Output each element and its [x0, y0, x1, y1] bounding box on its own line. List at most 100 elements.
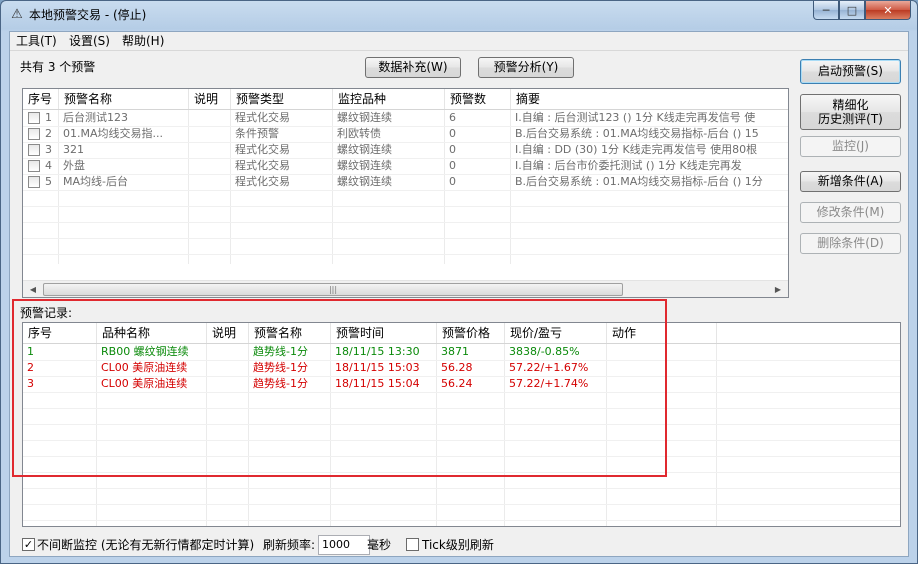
row-checkbox[interactable] — [28, 144, 40, 156]
row-divider — [23, 456, 900, 457]
menu-tools[interactable]: 工具(T) — [16, 34, 57, 49]
tick-refresh-checkbox[interactable] — [406, 538, 419, 551]
alerts-col-header[interactable]: 序号 — [23, 89, 59, 109]
edit-condition-button[interactable]: 修改条件(M) — [800, 202, 901, 223]
cell-action — [607, 376, 717, 392]
minimize-button[interactable]: ─ — [813, 1, 839, 20]
record-row[interactable]: 1 RB00 螺纹钢连续 趋势线-1分 18/11/15 13:30 3871 3838/… — [23, 344, 900, 360]
row-divider — [23, 440, 900, 441]
cell-summary: B.后台交易系统 : 01.MA均线交易指标-后台 () 15 — [515, 127, 759, 140]
alert-analysis-button[interactable]: 预警分析(Y) — [478, 57, 574, 78]
menu-help[interactable]: 帮助(H) — [122, 34, 164, 49]
alerts-col-header[interactable]: 监控品种 — [333, 89, 445, 109]
title-bar[interactable]: ⚠ 本地预警交易 - (停止) ─ □ ✕ — [1, 1, 917, 31]
row-divider — [23, 472, 900, 473]
cell-count: 0 — [449, 175, 456, 188]
scroll-right-icon[interactable]: ▶ — [770, 282, 786, 297]
refresh-rate-input[interactable]: 1000 — [318, 535, 370, 555]
table-row[interactable]: 2 01.MA均线交易指... 条件预警 利欧转债 0 B.后台交易系统 : 01.MA均… — [23, 126, 788, 142]
records-col-header[interactable]: 预警时间 — [331, 323, 437, 343]
records-col-header[interactable]: 动作 — [607, 323, 717, 343]
cell-no: 1 — [27, 345, 34, 358]
cell-time: 18/11/15 15:04 — [335, 377, 420, 390]
cell-no: 5 — [45, 175, 52, 188]
row-checkbox[interactable] — [28, 176, 40, 188]
records-col-header[interactable]: 品种名称 — [97, 323, 207, 343]
row-divider — [23, 408, 900, 409]
alert-records-list[interactable]: 序号 品种名称 说明 预警名称 预警时间 预警价格 现价/盈亏 动作 1 RB00 螺纹钢连续趋势… — [22, 322, 901, 527]
row-divider — [23, 424, 900, 425]
alerts-list[interactable]: ◀ ||| ▶ 序号 预警名称 说明 预警类型 监控品种 预警数 摘要 1 后台测试123 程式化… — [22, 88, 789, 298]
alerts-col-header[interactable]: 预警类型 — [231, 89, 333, 109]
cell-product: RB00 螺纹钢连续 — [101, 345, 189, 358]
refresh-label: 刷新频率: — [263, 538, 316, 552]
refresh-unit: 毫秒 — [367, 538, 392, 552]
cell-alert: 趋势线-1分 — [253, 361, 308, 374]
table-row[interactable]: 3 321 程式化交易 螺纹钢连续 0 I.自编 : DD (30) 1分 K线走完再发信… — [23, 142, 788, 158]
scrollbar-thumb[interactable]: ||| — [43, 283, 623, 296]
records-col-header[interactable]: 预警价格 — [437, 323, 505, 343]
data-fill-button[interactable]: 数据补充(W) — [365, 57, 461, 78]
cell-count: 6 — [449, 111, 456, 124]
refine-line1: 精细化 — [832, 98, 869, 112]
scroll-left-icon[interactable]: ◀ — [25, 282, 41, 297]
cell-pnl: 57.22/+1.74% — [509, 377, 589, 390]
cell-name: 外盘 — [63, 159, 85, 172]
continuous-monitor-checkbox[interactable]: ✓ — [22, 538, 35, 551]
row-divider — [23, 190, 788, 191]
row-divider — [23, 520, 900, 521]
horizontal-scrollbar[interactable]: ◀ ||| ▶ — [23, 280, 788, 297]
cell-desc — [207, 360, 249, 376]
row-checkbox[interactable] — [28, 160, 40, 172]
records-col-header[interactable]: 说明 — [207, 323, 249, 343]
maximize-button[interactable]: □ — [839, 1, 865, 20]
start-alert-button[interactable]: 启动预警(S) — [800, 59, 901, 84]
row-checkbox[interactable] — [28, 112, 40, 124]
alerts-col-header[interactable]: 预警数 — [445, 89, 511, 109]
cell-summary: I.自编 : DD (30) 1分 K线走完再发信号 使用80根 — [515, 143, 758, 156]
table-row[interactable]: 4 外盘 程式化交易 螺纹钢连续 0 I.自编 : 后台市价委托测试 () 1分 K线走完… — [23, 158, 788, 174]
alerts-col-header[interactable]: 说明 — [189, 89, 231, 109]
row-divider — [23, 206, 788, 207]
add-condition-button[interactable]: 新增条件(A) — [800, 171, 901, 192]
cell-summary: I.自编 : 后台市价委托测试 () 1分 K线走完再发 — [515, 159, 742, 172]
table-row[interactable]: 5 MA均线-后台 程式化交易 螺纹钢连续 0 B.后台交易系统 : 01.MA均线交易指… — [23, 174, 788, 190]
record-row[interactable]: 3 CL00 美原油连续 趋势线-1分 18/11/15 15:04 56.24 57.2… — [23, 376, 900, 392]
cell-name: MA均线-后台 — [63, 175, 128, 188]
alerts-col-header[interactable]: 摘要 — [511, 89, 788, 109]
refine-backtest-button[interactable]: 精细化 历史测评(T) — [800, 94, 901, 130]
cell-no: 3 — [45, 143, 52, 156]
alerts-col-header[interactable]: 预警名称 — [59, 89, 189, 109]
cell-no: 1 — [45, 111, 52, 124]
records-col-header[interactable]: 预警名称 — [249, 323, 331, 343]
cell-type: 程式化交易 — [235, 143, 290, 156]
record-row[interactable]: 2 CL00 美原油连续 趋势线-1分 18/11/15 15:03 56.28 57.2… — [23, 360, 900, 376]
cell-product: CL00 美原油连续 — [101, 377, 188, 390]
cell-product: 利欧转债 — [337, 127, 381, 140]
cell-no: 2 — [45, 127, 52, 140]
row-checkbox[interactable] — [28, 128, 40, 140]
menu-settings[interactable]: 设置(S) — [69, 34, 110, 49]
continuous-monitor-label: 不间断监控 (无论有无新行情都定时计算) — [37, 538, 255, 552]
tick-refresh-label: Tick级别刷新 — [422, 538, 494, 552]
cell-price: 56.28 — [441, 361, 473, 374]
cell-desc — [189, 126, 231, 142]
delete-condition-button[interactable]: 删除条件(D) — [800, 233, 901, 254]
cell-desc — [207, 376, 249, 392]
records-section-label: 预警记录: — [20, 306, 73, 320]
cell-no: 4 — [45, 159, 52, 172]
cell-desc — [189, 158, 231, 174]
window-title: 本地预警交易 - (停止) — [29, 8, 147, 22]
menu-bar: 工具(T) 设置(S) 帮助(H) — [10, 32, 908, 51]
cell-summary: B.后台交易系统 : 01.MA均线交易指标-后台 () 1分 — [515, 175, 763, 188]
row-divider — [23, 392, 900, 393]
table-row[interactable]: 1 后台测试123 程式化交易 螺纹钢连续 6 I.自编 : 后台测试123 () 1分 … — [23, 110, 788, 126]
cell-no: 2 — [27, 361, 34, 374]
records-col-header[interactable]: 现价/盈亏 — [505, 323, 607, 343]
cell-product: 螺纹钢连续 — [337, 175, 392, 188]
monitor-button[interactable]: 监控(J) — [800, 136, 901, 157]
records-col-header[interactable]: 序号 — [23, 323, 97, 343]
close-button[interactable]: ✕ — [865, 1, 911, 20]
row-divider — [23, 488, 900, 489]
cell-desc — [189, 142, 231, 158]
